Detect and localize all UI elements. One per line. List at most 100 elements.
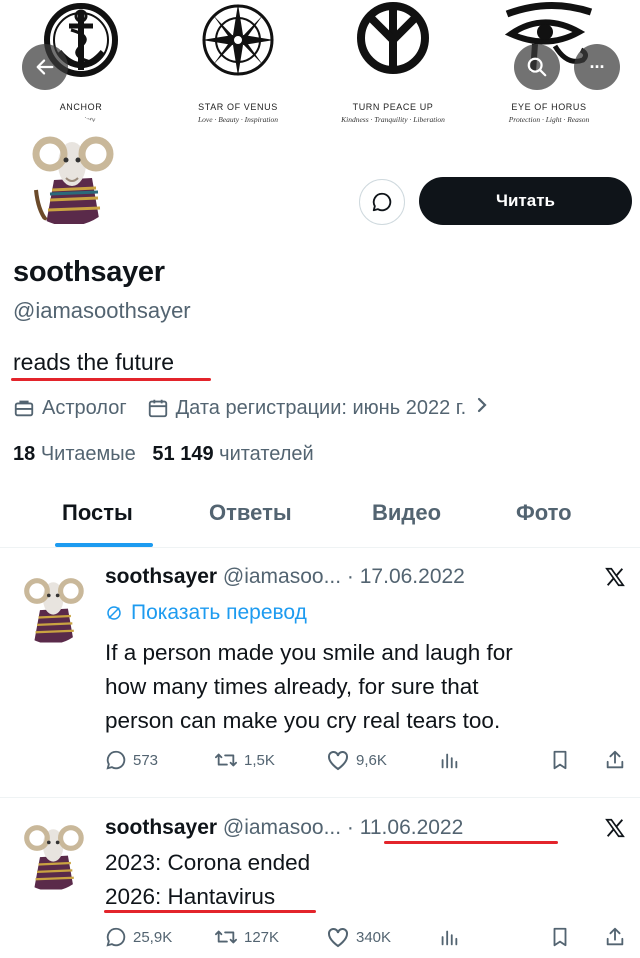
tweet-handle-date[interactable]: @iamasoo... · 11.06.2022 (223, 816, 463, 839)
profile-tabs: Посты Ответы Видео Фото (0, 488, 640, 548)
banner-symbol-name: ANCHOR (59, 102, 103, 112)
retweet-icon (214, 926, 238, 948)
reply-button[interactable]: 25,9K (105, 926, 172, 948)
following-label[interactable]: Читаемые (41, 443, 136, 465)
bookmark-button[interactable] (550, 926, 576, 948)
follow-counts: 18 Читаемые 51 149 читателей (13, 443, 314, 466)
ram-avatar-image (12, 813, 90, 891)
date-highlight-underline (384, 841, 558, 844)
like-button[interactable]: 340K (326, 926, 391, 948)
tweet-actions: 573 1,5K 9,6K (0, 749, 640, 779)
share-button[interactable] (604, 749, 632, 771)
share-icon (604, 926, 626, 948)
retweet-count: 1,5K (244, 751, 275, 769)
reply-icon (105, 926, 127, 948)
like-count: 9,6K (356, 751, 387, 769)
tab-posts[interactable]: Посты (62, 500, 133, 526)
reply-count: 25,9K (133, 928, 173, 946)
message-button[interactable] (359, 179, 405, 225)
calendar-icon (147, 397, 169, 419)
banner-symbol-name: EYE OF HORUS (511, 102, 587, 112)
translate-icon (105, 604, 123, 622)
profile-meta-row: Астролог Дата регистрации: июнь 2022 г. (13, 396, 488, 420)
retweet-icon (214, 749, 238, 771)
message-bubble-icon (372, 192, 392, 212)
bookmark-button[interactable] (550, 749, 576, 771)
compass-star-icon (202, 4, 274, 76)
tweet[interactable]: soothsayer @iamasoo... · 11.06.2022 2023… (0, 799, 640, 958)
reply-button[interactable]: 573 (105, 749, 158, 771)
x-logo-icon (604, 817, 626, 844)
bookmark-icon (550, 749, 570, 771)
profile-display-name: soothsayer (13, 256, 165, 288)
search-button[interactable] (514, 44, 560, 90)
more-button[interactable]: ··· (574, 44, 620, 90)
show-translation-label: Показать перевод (131, 601, 307, 624)
bookmark-icon (550, 926, 570, 948)
tweet-text-line: If a person made you smile and laugh for (105, 640, 513, 665)
tweet-text-line: 2026: Hantavirus (105, 884, 276, 909)
banner-symbol-name: STAR OF VENUS (198, 102, 278, 112)
search-icon (527, 57, 547, 77)
tweet-actions: 25,9K 127K 340K (0, 926, 640, 956)
tweet-text-line: person can make you cry real tears too. (105, 708, 501, 733)
ram-avatar-image (12, 566, 90, 644)
follow-button[interactable]: Читать (419, 177, 632, 225)
followers-count[interactable]: 51 149 (152, 443, 213, 465)
more-dots-icon: ··· (589, 56, 606, 77)
banner-symbol-peace: TURN PEACE UP Kindness · Tranquility · L… (338, 0, 448, 124)
peace-icon (357, 2, 429, 74)
tweet-text: 2023: Corona ended 2026: Hantavirus (105, 846, 310, 914)
reply-count: 573 (133, 751, 159, 769)
tweet-avatar[interactable] (12, 813, 90, 891)
profile-avatar[interactable] (12, 116, 126, 230)
banner-symbol-subtitle: Kindness · Tranquility · Liberation (341, 115, 445, 124)
tweet-avatar[interactable] (12, 566, 90, 644)
banner-symbol-subtitle: Protection · Light · Reason (508, 115, 590, 124)
arrow-left-icon (36, 59, 54, 75)
tweet-author-name[interactable]: soothsayer (105, 816, 217, 839)
views-bar-chart-icon (438, 926, 460, 948)
tweet-author-name[interactable]: soothsayer (105, 565, 217, 588)
tweet-header: soothsayer @iamasoo... · 11.06.2022 (105, 816, 463, 840)
share-icon (604, 749, 626, 771)
retweet-count: 127K (244, 928, 280, 946)
retweet-button[interactable]: 1,5K (214, 749, 275, 771)
profile-handle: @iamasoothsayer (13, 298, 191, 323)
tweet[interactable]: soothsayer @iamasoo... · 17.06.2022 Пока… (0, 548, 640, 798)
heart-icon (326, 926, 350, 948)
briefcase-icon (13, 397, 35, 419)
like-button[interactable]: 9,6K (326, 749, 387, 771)
active-tab-indicator (55, 543, 153, 547)
tab-video[interactable]: Видео (372, 500, 441, 526)
profile-category[interactable]: Астролог (42, 397, 127, 420)
banner-symbol-venus: STAR OF VENUS Love · Beauty · Inspiratio… (183, 0, 293, 124)
tweet-text-line: how many times already, for sure that (105, 674, 479, 699)
following-count[interactable]: 18 (13, 443, 35, 465)
heart-icon (326, 749, 350, 771)
tweet-header: soothsayer @iamasoo... · 17.06.2022 (105, 565, 465, 589)
back-button[interactable] (22, 44, 68, 90)
x-logo-icon (604, 566, 626, 593)
banner-symbol-subtitle: Love · Beauty · Inspiration (198, 115, 278, 124)
banner-symbol-name: TURN PEACE UP (352, 102, 434, 112)
tab-replies[interactable]: Ответы (209, 500, 292, 526)
show-translation-link[interactable]: Показать перевод (105, 601, 307, 625)
views-button[interactable] (438, 926, 466, 948)
views-bar-chart-icon (438, 749, 460, 771)
text-highlight-underline (104, 910, 316, 913)
retweet-button[interactable]: 127K (214, 926, 279, 948)
profile-joined-date[interactable]: Дата регистрации: июнь 2022 г. (176, 397, 467, 420)
tweet-text: If a person made you smile and laugh for… (105, 636, 513, 738)
followers-label[interactable]: читателей (219, 443, 314, 465)
profile-bio: reads the future (13, 349, 175, 375)
tweet-text-line: 2023: Corona ended (105, 850, 311, 875)
share-button[interactable] (604, 926, 632, 948)
tweet-handle-date[interactable]: @iamasoo... · 17.06.2022 (223, 565, 465, 588)
views-button[interactable] (438, 749, 466, 771)
ram-avatar-image (16, 120, 122, 226)
bio-highlight-underline (11, 378, 211, 381)
chevron-right-icon[interactable] (476, 396, 488, 420)
reply-icon (105, 749, 127, 771)
tab-photo[interactable]: Фото (516, 500, 572, 526)
